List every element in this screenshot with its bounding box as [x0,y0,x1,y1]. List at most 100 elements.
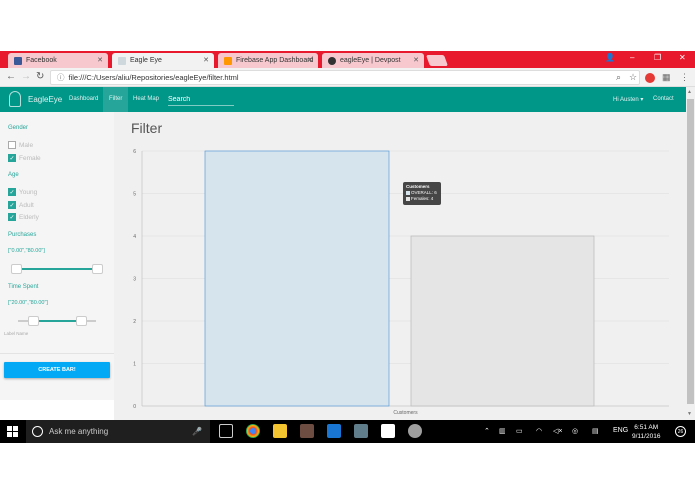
virtualbox-icon[interactable] [354,424,368,438]
nav-contact[interactable]: Contact [653,96,674,102]
menu-icon[interactable]: ⋮ [680,72,689,83]
checkbox-label: Elderly [19,213,39,221]
checkbox-female[interactable]: ✓ Female [8,154,41,162]
page-scrollbar[interactable]: ▲ ▼ [686,87,695,420]
tab-devpost[interactable]: eagleEye | Devpost ✕ [322,53,424,68]
bar-chart: 0 1 2 3 4 5 6 Customers [133,149,669,416]
bookmark-star-icon[interactable]: ☆ [629,72,637,83]
tab-label: Firebase App Dashboard [236,57,314,64]
nav-heat-map[interactable]: Heat Map [133,96,159,102]
checkbox-elderly[interactable]: ✓ Elderly [8,213,39,221]
checkbox-young[interactable]: ✓ Young [8,188,37,196]
cortana-icon [32,426,43,437]
slider-handle-max[interactable] [76,316,87,326]
scroll-up-icon[interactable]: ▲ [687,89,692,95]
sidebar-divider [0,353,114,354]
close-tab-icon[interactable]: ✕ [97,56,103,64]
adblock-icon[interactable] [645,73,655,83]
age-header: Age [8,172,19,178]
tab-firebase[interactable]: Firebase App Dashboard ✕ [218,53,318,68]
y-tick-label: 3 [133,277,136,283]
checkbox-adult[interactable]: ✓ Adult [8,201,34,209]
tab-label: eagleEye | Devpost [340,57,401,64]
devpost-icon [328,56,336,65]
label-name-field[interactable]: Label Name [4,331,28,336]
nav-dashboard[interactable]: Dashboard [69,96,98,102]
browser-toolbar: ← → ↻ ⓘ file:///C:/Users/aliu/Repositori… [0,68,695,87]
page-info-icon[interactable]: ⓘ [57,72,65,83]
slider-handle-min[interactable] [28,316,39,326]
reload-icon[interactable]: ↻ [36,71,44,82]
address-bar[interactable]: ⓘ file:///C:/Users/aliu/Repositories/eag… [50,70,640,85]
close-tab-icon[interactable]: ✕ [203,56,209,64]
bar-overall[interactable] [204,150,390,407]
browser-tab-strip: Facebook ✕ Eagle Eye ✕ Firebase App Dash… [0,51,695,68]
restore-icon[interactable]: ❐ [654,53,661,62]
y-tick-label: 2 [133,319,136,325]
slider-handle-min[interactable] [11,264,22,274]
cortana-search[interactable]: Ask me anything 🎤 [26,420,210,443]
tab-facebook[interactable]: Facebook ✕ [8,53,108,68]
keyboard-icon[interactable]: ▤ [592,427,599,435]
y-tick-label: 6 [133,149,136,155]
back-icon[interactable]: ← [6,71,16,82]
brand-name[interactable]: EagleEye [28,95,62,104]
close-tab-icon[interactable]: ✕ [413,56,419,64]
search-input[interactable] [168,93,234,106]
create-bar-button[interactable]: CREATE BAR! [4,362,110,378]
wifi-icon[interactable]: ◠ [536,427,542,435]
scroll-down-icon[interactable]: ▼ [687,411,692,417]
app-icon-2[interactable] [381,424,395,438]
microphone-icon[interactable]: 🎤 [192,427,202,436]
nav-filter[interactable]: Filter [103,87,129,112]
battery-icon[interactable]: ▭ [516,427,523,435]
main-content: Filter 0123456 Customers Customers OVERA… [114,112,686,420]
close-tab-icon[interactable]: ✕ [307,56,313,64]
eagle-eye-logo-icon[interactable] [9,91,21,107]
checkbox-box[interactable] [8,141,16,149]
forward-icon[interactable]: → [21,71,31,82]
volume-icon[interactable]: ◁× [553,427,562,435]
y-tick-label: 1 [133,362,136,368]
checkmark-icon[interactable]: ✓ [8,201,16,209]
gender-header: Gender [8,125,29,131]
close-window-icon[interactable]: ✕ [679,53,686,62]
language-indicator[interactable]: ENG [613,427,628,434]
tray-icon-1[interactable]: ▥ [499,427,506,435]
checkmark-icon[interactable]: ✓ [8,154,16,162]
notification-center-icon[interactable]: 26 [675,426,686,437]
user-menu[interactable]: Hi Austen ▾ [613,96,643,103]
checkmark-icon[interactable]: ✓ [8,188,16,196]
app-icon[interactable] [300,424,314,438]
app-icon-3[interactable] [408,424,422,438]
windows-taskbar: Ask me anything 🎤 ⌃ ▥ ▭ ◠ ◁× ◎ ▤ ENG 6:5… [0,420,695,443]
tab-eagle-eye[interactable]: Eagle Eye ✕ [112,53,214,68]
checkmark-icon[interactable]: ✓ [8,213,16,221]
slider-handle-max[interactable] [92,264,103,274]
facebook-icon [14,56,22,65]
system-clock[interactable]: 6:51 AM 9/11/2016 [632,423,660,441]
show-hidden-icons[interactable]: ⌃ [484,427,490,435]
chrome-icon[interactable] [246,424,260,438]
tab-label: Eagle Eye [130,57,162,64]
new-tab-button[interactable] [425,55,449,66]
editor-icon[interactable] [327,424,341,438]
scroll-thumb[interactable] [687,99,694,404]
cortana-placeholder: Ask me anything [49,427,109,436]
checkbox-label: Adult [19,201,34,209]
extension-icon[interactable]: ▦ [662,72,671,83]
profile-icon[interactable]: 👤 [605,53,615,62]
bottom-margin [0,443,695,494]
clock-date: 9/11/2016 [632,433,661,440]
minimize-icon[interactable]: – [630,53,634,62]
task-view-icon[interactable] [219,424,233,438]
bar-females[interactable] [410,235,595,407]
checkbox-male[interactable]: Male [8,141,33,149]
legend-swatch-females [406,196,410,201]
clock-time: 6:51 AM [634,424,659,431]
windows-start-icon[interactable] [7,426,18,437]
tray-icon-2[interactable]: ◎ [572,427,578,435]
zoom-icon[interactable]: ⌕ [616,72,621,83]
file-explorer-icon[interactable] [273,424,287,438]
app-navbar: EagleEye Dashboard Filter Heat Map Hi Au… [0,87,686,112]
